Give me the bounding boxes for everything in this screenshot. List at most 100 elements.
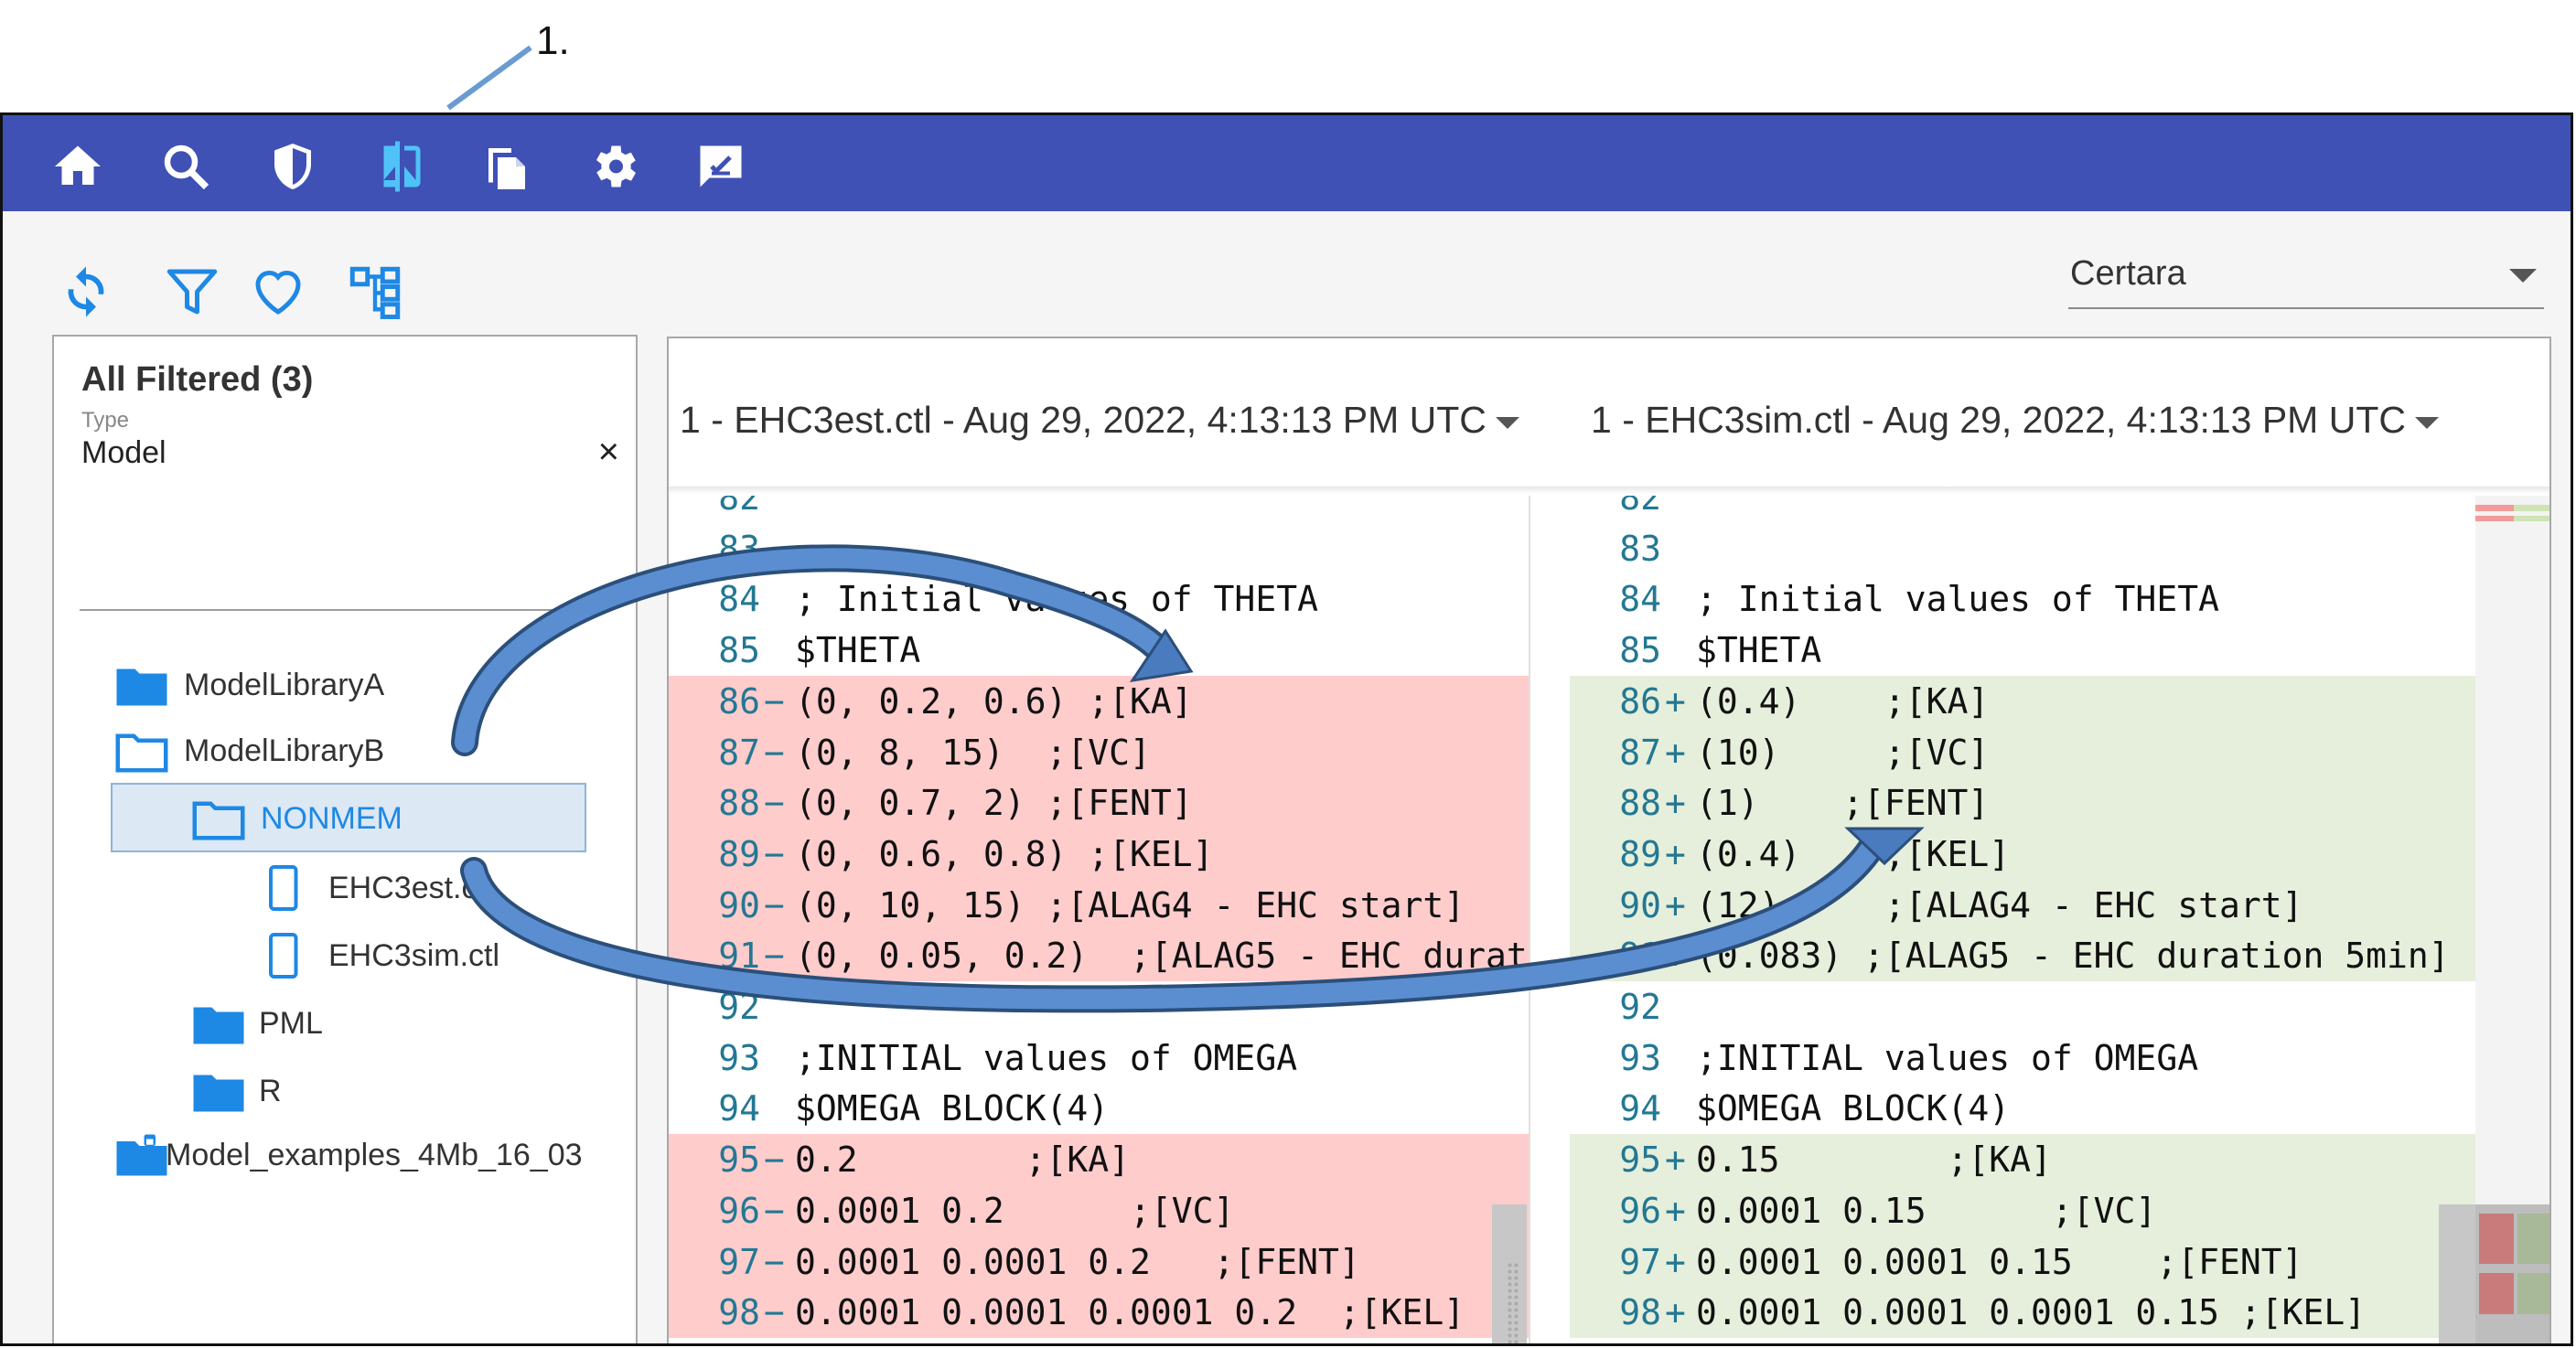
code-line[interactable]: 92 (1570, 981, 2486, 1032)
line-number: 93 (1619, 1037, 1661, 1078)
file-icon (269, 865, 298, 911)
added-code-line[interactable]: 95 +0.15 ;[KA] (1570, 1134, 2486, 1186)
library-tree-panel: All Filtered (3) Type Model × ModelLibra… (52, 335, 638, 1343)
added-code-line[interactable]: 86 + (0.4) ;[KA] (1570, 675, 2486, 727)
feedback-icon[interactable] (693, 139, 748, 194)
code-line[interactable]: 93 ;INITIAL values of OMEGA (669, 1032, 1529, 1084)
filter-type-field[interactable]: Model (81, 435, 166, 471)
code-text: ;INITIAL values of OMEGA (1696, 1037, 2199, 1078)
deletion-marker: − (764, 732, 785, 773)
added-code-line[interactable]: 91 + (0.083) ;[ALAG5 - EHC duration 5min] (1570, 930, 2486, 982)
settings-icon[interactable] (586, 139, 641, 194)
code-text: (0, 0.7, 2) ;[FENT] (795, 783, 1193, 824)
code-text: $THETA (1696, 630, 1822, 671)
code-line[interactable]: 94 $OMEGA BLOCK(4) (1570, 1083, 2486, 1134)
compare-icon[interactable] (372, 139, 427, 194)
clear-filter-icon[interactable]: × (598, 432, 619, 473)
home-icon[interactable] (50, 139, 105, 194)
filter-icon[interactable] (162, 262, 222, 322)
line-number: 98 (718, 1292, 760, 1333)
hierarchy-icon[interactable] (345, 262, 405, 322)
diff-overview-ruler[interactable] (2475, 496, 2549, 1343)
code-text: (0, 0.05, 0.2) ;[ALAG5 - EHC durati (795, 936, 1529, 977)
overview-deletion-mark (2475, 505, 2514, 511)
added-code-line[interactable]: 98 +0.0001 0.0001 0.0001 0.15 ;[KEL] (1570, 1287, 2486, 1339)
code-line[interactable]: 99 $OMEGA (1570, 1338, 2486, 1344)
left-file-selector[interactable]: 1 - EHC3est.ctl - Aug 29, 2022, 4:13:13 … (680, 399, 1519, 442)
code-text: 0.0001 0.2 ;[VC] (795, 1190, 1235, 1231)
copy-documents-icon[interactable] (479, 139, 534, 194)
overview-addition-mark (2514, 505, 2549, 511)
deleted-code-line[interactable]: 87− (0, 8, 15) ;[VC] (669, 726, 1529, 778)
code-line[interactable]: 93 ;INITIAL values of OMEGA (1570, 1032, 2486, 1084)
left-file-label: 1 - EHC3est.ctl - Aug 29, 2022, 4:13:13 … (680, 399, 1487, 441)
code-text: (0, 0.6, 0.8) ;[KEL] (795, 833, 1214, 874)
added-code-line[interactable]: 97 +0.0001 0.0001 0.15 ;[FENT] (1570, 1236, 2486, 1288)
code-text: 0.0001 0.0001 0.15 ;[FENT] (1696, 1241, 2303, 1282)
application-window: Certara All Filtered (3) Type Model × Mo… (0, 112, 2573, 1346)
tree-item-label: NONMEM (261, 801, 402, 836)
code-line[interactable]: 99 $OMEGA (669, 1338, 1529, 1344)
deleted-code-line[interactable]: 98−0.0001 0.0001 0.0001 0.2 ;[KEL] (669, 1287, 1529, 1339)
original-code-pane[interactable]: 99$OMEGA98−0.0001 0.0001 0.0001 0.2 ;[KE… (669, 496, 1529, 1344)
deleted-code-line[interactable]: 91− (0, 0.05, 0.2) ;[ALAG5 - EHC durati (669, 930, 1529, 982)
search-icon[interactable] (158, 139, 213, 194)
line-number: 93 (718, 1037, 760, 1078)
shield-icon[interactable] (265, 139, 320, 194)
added-code-line[interactable]: 96 +0.0001 0.15 ;[VC] (1570, 1184, 2486, 1236)
folder-open-icon (192, 801, 245, 840)
deleted-code-line[interactable]: 86− (0, 0.2, 0.6) ;[KA] (669, 675, 1529, 727)
favorite-icon[interactable] (248, 262, 308, 322)
line-number: 97 (718, 1241, 760, 1282)
file-icon (269, 933, 298, 979)
refresh-icon[interactable] (56, 262, 116, 322)
code-line[interactable]: 84 ; Initial values of THETA (669, 573, 1529, 625)
deleted-code-line[interactable]: 88− (0, 0.7, 2) ;[FENT] (669, 777, 1529, 829)
tree-item-label: PML (259, 1006, 323, 1041)
overview-deletion-mark (2479, 1273, 2514, 1314)
code-text: (0.4) ;[KA] (1696, 680, 1990, 722)
deleted-code-line[interactable]: 90− (0, 10, 15) ;[ALAG4 - EHC start] (669, 879, 1529, 931)
added-code-line[interactable]: 90 + (12) ;[ALAG4 - EHC start] (1570, 879, 2486, 931)
folder-filled-icon (193, 1075, 244, 1112)
code-line[interactable]: 85 $THETA (1570, 625, 2486, 676)
code-line[interactable]: 83 (669, 523, 1529, 574)
code-line[interactable]: 82 (1570, 496, 2486, 523)
right-file-selector[interactable]: 1 - EHC3sim.ctl - Aug 29, 2022, 4:13:13 … (1591, 399, 2439, 442)
addition-marker: + (1665, 732, 1686, 773)
code-line[interactable]: 84 ; Initial values of THETA (1570, 573, 2486, 625)
deleted-code-line[interactable]: 96−0.0001 0.2 ;[VC] (669, 1184, 1529, 1236)
code-line[interactable]: 82 (669, 496, 1529, 523)
tree-item-label: Model_examples_4Mb_16_03 (166, 1138, 583, 1172)
code-text: 0.0001 0.0001 0.0001 0.2 ;[KEL] (795, 1292, 1465, 1333)
line-number: 84 (1619, 579, 1661, 620)
added-code-line[interactable]: 88 + (1) ;[FENT] (1570, 777, 2486, 829)
modified-code-pane[interactable]: 99$OMEGA98+0.0001 0.0001 0.0001 0.15 ;[K… (1570, 496, 2486, 1344)
deleted-code-line[interactable]: 97−0.0001 0.0001 0.2 ;[FENT] (669, 1236, 1529, 1288)
addition-marker: + (1665, 1241, 1686, 1282)
code-line[interactable]: 94 $OMEGA BLOCK(4) (669, 1083, 1529, 1134)
code-line[interactable]: 83 (1570, 523, 2486, 574)
line-number: 95 (718, 1139, 760, 1181)
editor-top-shadow (669, 487, 2549, 494)
line-number: 98 (1619, 1292, 1661, 1333)
folder-filled-icon (193, 1007, 244, 1044)
code-text: (12) ;[ALAG4 - EHC start] (1696, 884, 2303, 925)
code-line[interactable]: 92 (669, 981, 1529, 1032)
added-code-line[interactable]: 87 + (10) ;[VC] (1570, 726, 2486, 778)
line-number: 89 (1619, 833, 1661, 874)
deleted-code-line[interactable]: 89− (0, 0.6, 0.8) ;[KEL] (669, 828, 1529, 880)
code-line[interactable]: 85 $THETA (669, 625, 1529, 676)
code-text: 0.0001 0.0001 0.0001 0.15 ;[KEL] (1696, 1292, 2367, 1333)
line-number: 88 (1619, 783, 1661, 824)
deleted-code-line[interactable]: 95−0.2 ;[KA] (669, 1134, 1529, 1186)
panel-resize-handle[interactable] (1507, 1262, 1519, 1343)
addition-marker: + (1665, 833, 1686, 874)
added-code-line[interactable]: 89 + (0.4) ;[KEL] (1570, 828, 2486, 880)
deletion-marker: − (764, 680, 785, 722)
line-number: 87 (1619, 732, 1661, 773)
shared-folder-icon (116, 1134, 167, 1176)
organization-select[interactable]: Certara (2068, 249, 2544, 309)
line-number: 99 (669, 1338, 760, 1344)
folder-filled-icon (116, 669, 167, 706)
